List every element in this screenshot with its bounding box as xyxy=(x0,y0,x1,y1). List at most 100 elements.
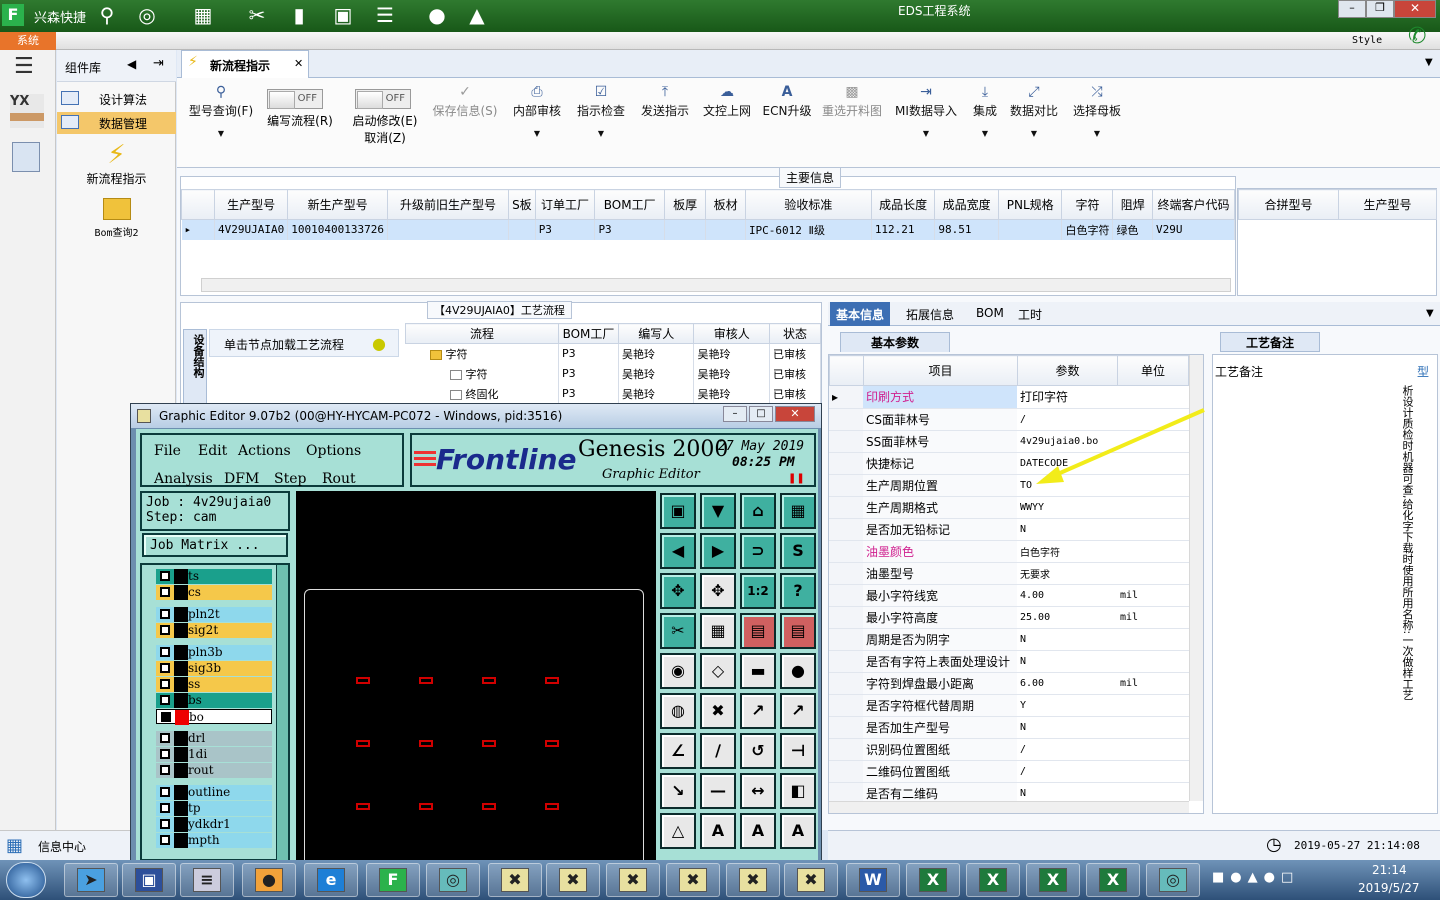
tree-node[interactable]: 字符 xyxy=(405,363,559,384)
taskbar-app[interactable]: ◎ xyxy=(1146,863,1200,897)
property-row[interactable]: 油墨颜色 白色字符 xyxy=(829,540,1189,563)
tab-3[interactable]: 工时 xyxy=(1012,302,1048,326)
column-header[interactable]: PNL规格 xyxy=(997,189,1063,220)
table-cell[interactable]: V29U xyxy=(1152,219,1235,240)
send-instruction-button[interactable]: ⤒ 发送指示 xyxy=(633,84,697,119)
align-icon[interactable]: ⊣ xyxy=(780,733,816,769)
table-row[interactable]: 终固化 P3 吴艳玲 吴艳玲 已审核 xyxy=(405,383,822,404)
rotate-icon[interactable]: ↺ xyxy=(740,733,776,769)
document-icon[interactable]: ▣ xyxy=(330,2,356,28)
column-header[interactable]: 字符 xyxy=(1061,189,1114,220)
taskbar-app[interactable]: e xyxy=(304,863,358,897)
phone-icon[interactable]: ✆ xyxy=(1408,24,1426,49)
text-icon[interactable]: A xyxy=(700,813,736,849)
property-value[interactable]: Y xyxy=(1017,694,1117,717)
taskbar-app[interactable]: X xyxy=(966,863,1020,897)
nav-item-design[interactable]: 设计算法 xyxy=(57,88,176,110)
property-row[interactable]: 最小字符高度 25.00 mil xyxy=(829,606,1189,629)
toggle-switch[interactable]: OFF xyxy=(267,89,323,109)
horizontal-scrollbar[interactable] xyxy=(201,278,1231,292)
corner-icon[interactable]: ↘ xyxy=(660,773,696,809)
close-tab-icon[interactable]: ✕ xyxy=(294,57,303,70)
table-cell[interactable]: 白色字符 xyxy=(1061,219,1114,240)
tree-node[interactable]: 字符 xyxy=(405,343,559,364)
layer-row[interactable]: bs xyxy=(156,693,272,708)
property-value[interactable]: N xyxy=(1017,628,1117,651)
table-cell[interactable] xyxy=(998,219,1063,240)
delete-icon[interactable]: ✖ xyxy=(700,693,736,729)
taskbar-app[interactable]: ✖ xyxy=(726,863,780,897)
dropdown-icon[interactable]: ▼ xyxy=(1426,308,1434,319)
doc-upload-button[interactable]: ☁ 文控上网 xyxy=(697,84,757,119)
layer-checkbox[interactable] xyxy=(160,571,170,581)
windows-icon[interactable]: ▦ xyxy=(6,835,23,856)
help-icon[interactable]: ? xyxy=(780,573,816,609)
one-two-icon[interactable]: 1:2 xyxy=(740,573,776,609)
close-button[interactable]: ✕ xyxy=(775,406,815,422)
layer-checkbox[interactable] xyxy=(160,765,170,775)
internal-review-button[interactable]: ⎙ 内部审核 ▼ xyxy=(505,84,569,138)
taskbar-app[interactable]: ✖ xyxy=(488,863,542,897)
snap-tool-icon[interactable]: S xyxy=(780,533,816,569)
model-query-button[interactable]: ⚲ 型号查询(F) ▼ xyxy=(183,84,259,138)
tab-0[interactable]: 基本信息 xyxy=(830,302,891,326)
property-value[interactable]: N xyxy=(1017,518,1117,541)
triangle-icon[interactable]: △ xyxy=(660,813,696,849)
column-header[interactable]: 阻焊 xyxy=(1112,189,1154,220)
taskbar-app[interactable]: W xyxy=(846,863,900,897)
taskbar-app[interactable]: ✖ xyxy=(546,863,600,897)
property-value[interactable]: 4.00 xyxy=(1017,584,1117,607)
instruction-check-button[interactable]: ☑ 指示检查 ▼ xyxy=(569,84,633,138)
data-compare-button[interactable]: ⤢ 数据对比 ▼ xyxy=(1007,84,1061,138)
column-header[interactable]: 订单工厂 xyxy=(534,189,596,220)
taskbar-app[interactable]: ✖ xyxy=(606,863,660,897)
table-cell[interactable]: 绿色 xyxy=(1112,219,1154,240)
layer-checkbox[interactable] xyxy=(160,733,170,743)
zoom-fit-icon[interactable]: ✥ xyxy=(660,573,696,609)
edit-icon[interactable]: ◇ xyxy=(700,653,736,689)
table-cell[interactable]: 10010400133726 xyxy=(287,219,388,240)
subtab-basic[interactable]: 基本参数 xyxy=(840,332,950,352)
slope-icon[interactable]: ∕ xyxy=(700,733,736,769)
layer-checkbox[interactable] xyxy=(161,712,171,722)
table-cell[interactable]: 4V29UJAIA0 xyxy=(214,219,289,240)
taskbar-app[interactable]: X xyxy=(1086,863,1140,897)
dropdown-icon[interactable]: ▼ xyxy=(1425,57,1433,68)
menu-rout[interactable]: Rout xyxy=(322,471,356,487)
nav-item-data[interactable]: 数据管理 xyxy=(57,112,176,134)
menu-actions[interactable]: Actions xyxy=(238,443,291,459)
property-row[interactable]: 是否字符框代替周期 Y xyxy=(829,694,1189,717)
line-icon[interactable]: ↗ xyxy=(740,693,776,729)
vertical-tab[interactable]: 设备结构 xyxy=(183,329,207,409)
layer-tool-icon[interactable]: ▤ xyxy=(740,613,776,649)
start-edit-toggle[interactable]: OFF 启动修改(E) 取消(Z) xyxy=(343,84,427,146)
tab-new-flow[interactable]: ⚡ 新流程指示 ✕ xyxy=(181,50,309,78)
tab-2[interactable]: BOM xyxy=(970,302,1010,326)
table-cell[interactable]: IPC-6012 Ⅱ级 xyxy=(745,219,872,240)
table-row[interactable]: 字符 P3 吴艳玲 吴艳玲 已审核 xyxy=(405,343,822,364)
layer-checkbox[interactable] xyxy=(160,647,170,657)
layer-row[interactable]: tp xyxy=(156,801,272,816)
user-icon[interactable]: ● xyxy=(424,2,450,28)
property-value[interactable]: / xyxy=(1017,738,1117,761)
property-row[interactable]: 油墨型号 无要求 xyxy=(829,562,1189,585)
taskbar-app[interactable]: ≡ xyxy=(180,863,234,897)
taskbar-app[interactable]: X xyxy=(906,863,960,897)
system-tab[interactable]: 系统 xyxy=(0,32,56,50)
line-icon[interactable]: ↗ xyxy=(780,693,816,729)
layer-checkbox[interactable] xyxy=(160,695,170,705)
select-motherboard-button[interactable]: ⤮ 选择母板 ▼ xyxy=(1067,84,1127,138)
column-header[interactable]: 流程 xyxy=(405,323,559,344)
property-value[interactable]: / xyxy=(1017,760,1117,783)
column-header[interactable]: 终端客户代码 xyxy=(1152,189,1235,220)
layer-checkbox[interactable] xyxy=(160,609,170,619)
column-header[interactable]: 升级前旧生产型号 xyxy=(386,189,510,220)
layer-row[interactable]: ss xyxy=(156,677,272,692)
layer-checkbox[interactable] xyxy=(160,749,170,759)
layer-checkbox[interactable] xyxy=(160,819,170,829)
yx-icon[interactable]: YX xyxy=(10,94,44,128)
toggle-switch[interactable]: OFF xyxy=(355,89,411,109)
layer-row[interactable]: ydkdr1 xyxy=(156,817,272,832)
layer-checkbox[interactable] xyxy=(160,835,170,845)
minimize-button[interactable]: – xyxy=(1338,0,1366,18)
